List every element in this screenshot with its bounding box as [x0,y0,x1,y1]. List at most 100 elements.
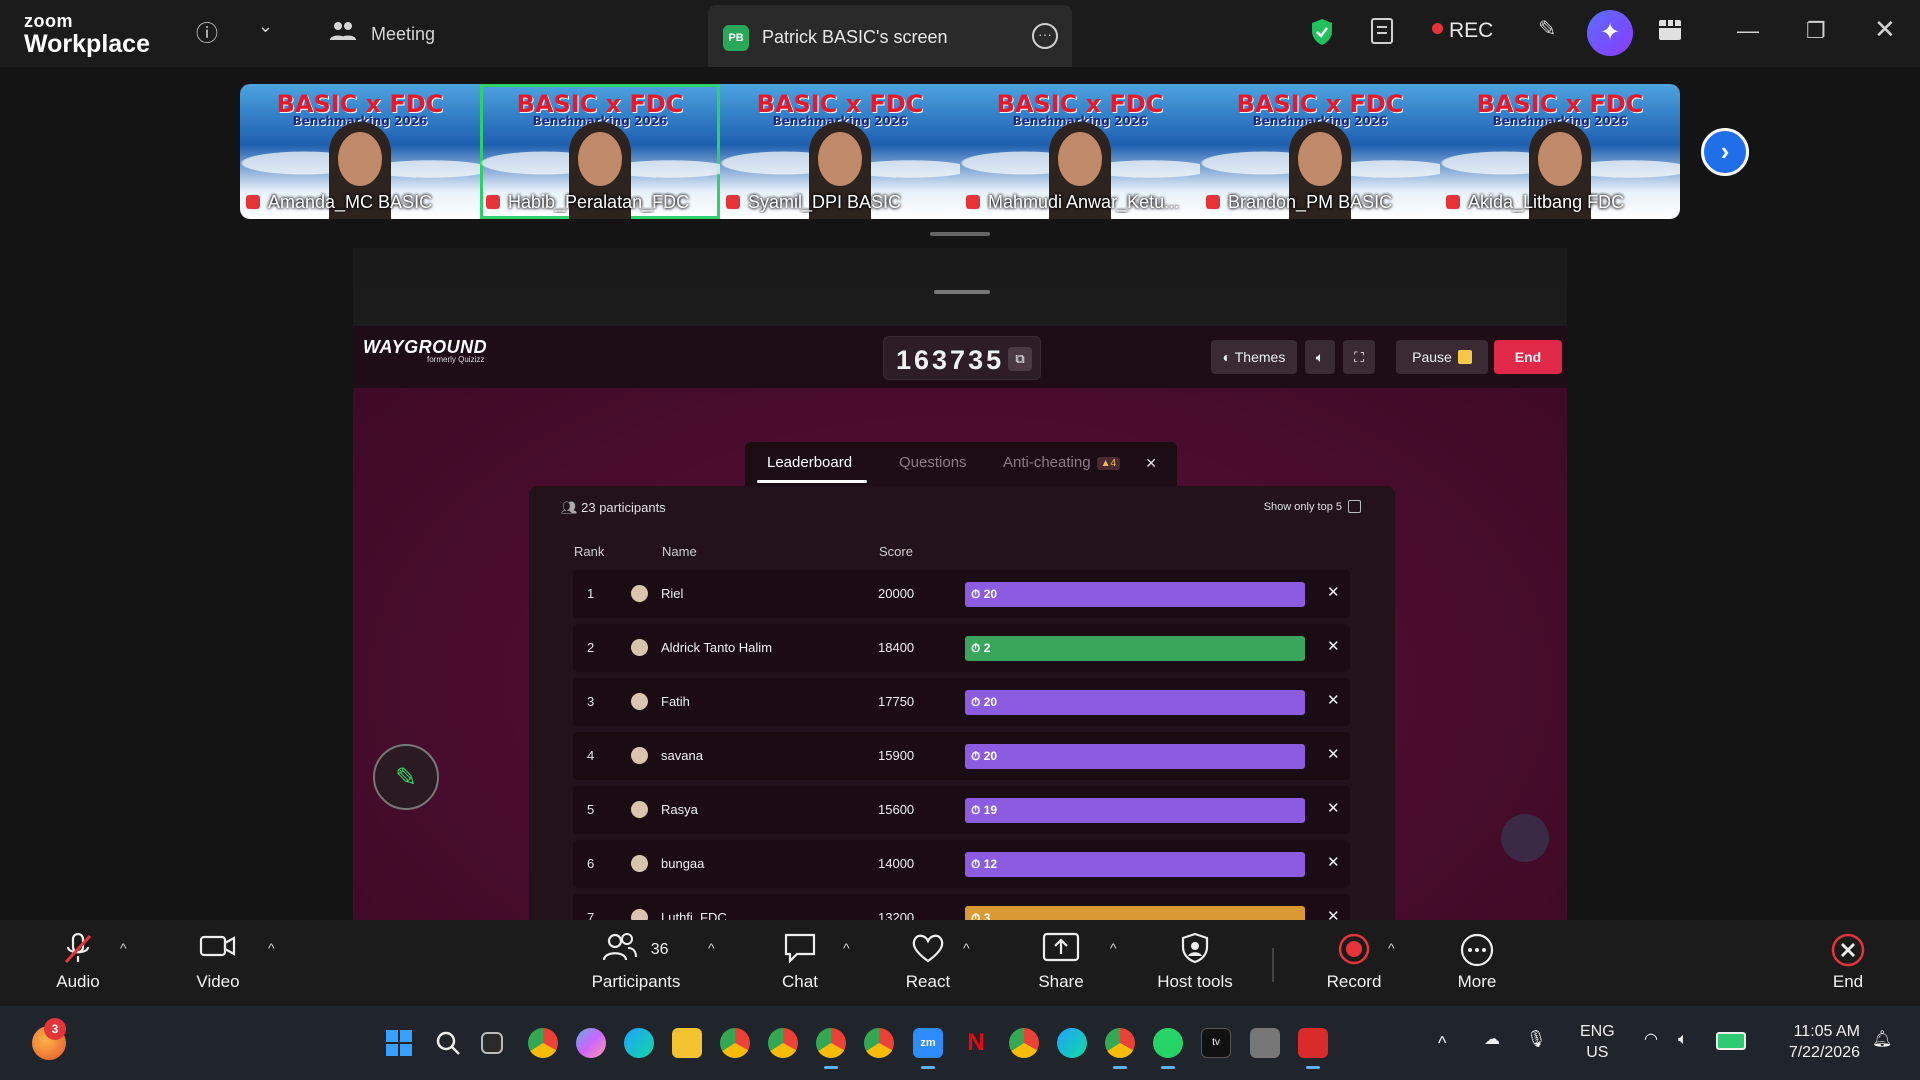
participants-options-caret-icon[interactable]: ^ [708,940,715,956]
windows-start-icon[interactable] [384,1028,414,1058]
chrome-icon[interactable] [720,1028,750,1058]
record-options-caret-icon[interactable]: ^ [1388,940,1395,956]
chrome-icon[interactable] [864,1028,894,1058]
tab-anti-cheating[interactable]: Anti-cheating ▲4 [1003,454,1121,471]
participant-tile[interactable]: BASIC x FDC Benchmarking 2026 Mahmudi Anwa… [960,84,1200,219]
participant-tile[interactable]: BASIC x FDC Benchmarking 2026 Akida_Litban… [1440,84,1680,219]
close-icon[interactable]: ✕ [1145,455,1157,472]
participant-tile[interactable]: BASIC x FDC Benchmarking 2026 Habib_Perala… [480,84,720,219]
info-icon[interactable]: ⓘ [196,16,218,48]
chrome-icon[interactable] [816,1028,846,1069]
chevron-down-icon[interactable]: ⌄ [258,16,273,37]
shield-icon[interactable] [1310,18,1334,52]
restore-icon[interactable]: ❐ [1806,18,1826,44]
next-page-arrow-icon[interactable]: › [1701,128,1749,176]
remove-player-icon[interactable]: ✕ [1327,583,1340,601]
audio-button[interactable]: Audio [50,932,106,992]
more-options-icon[interactable]: ··· [1032,23,1058,49]
minimize-icon[interactable]: — [1737,18,1759,44]
audio-options-caret-icon[interactable]: ^ [120,940,127,956]
ai-companion-sparkle-icon[interactable]: ✦ [1587,10,1633,56]
strip-drag-handle[interactable] [930,232,990,236]
remove-player-icon[interactable]: ✕ [1327,799,1340,817]
onedrive-icon[interactable]: ☁ [1484,1030,1500,1051]
meeting-label[interactable]: Meeting [371,24,435,45]
app-icon[interactable] [1250,1028,1280,1058]
apple-tv-icon[interactable]: tv [1201,1028,1231,1058]
whatsapp-icon[interactable] [1153,1028,1183,1069]
leaderboard-row[interactable]: 3 Fatih 17750 ⏱ 20 ✕ [573,678,1350,726]
chrome-icon[interactable] [768,1028,798,1058]
pencil-edit-icon[interactable]: ✎ [373,744,439,810]
remove-player-icon[interactable]: ✕ [1327,691,1340,709]
participant-tile[interactable]: BASIC x FDC Benchmarking 2026 Amanda_MC BA… [240,84,480,219]
copilot-icon[interactable] [576,1028,606,1058]
remove-player-icon[interactable]: ✕ [1327,745,1340,763]
battery-icon[interactable] [1716,1032,1746,1050]
leaderboard-row[interactable]: 5 Rasya 15600 ⏱ 19 ✕ [573,786,1350,834]
language-indicator[interactable]: ENG US [1580,1022,1615,1064]
search-icon[interactable] [433,1028,463,1058]
more-button[interactable]: More [1450,932,1504,992]
video-options-caret-icon[interactable]: ^ [268,940,275,956]
edge-icon[interactable] [624,1028,654,1058]
file-explorer-icon[interactable] [672,1028,702,1058]
chrome-icon[interactable] [1105,1028,1135,1069]
tray-chevron-up-icon[interactable]: ^ [1438,1032,1446,1055]
share-drag-handle[interactable] [934,290,990,294]
annotate-pen-icon[interactable]: ✎ [1538,16,1556,42]
task-view-icon[interactable] [481,1032,503,1054]
tab-questions[interactable]: Questions [899,454,967,471]
netflix-icon[interactable]: N [961,1028,991,1058]
chat-options-caret-icon[interactable]: ^ [843,940,850,956]
apps-grid-icon[interactable] [1658,18,1682,48]
notification-center-icon[interactable]: 🔔︎ [1872,1030,1892,1051]
wifi-icon[interactable]: ◠ [1644,1030,1658,1051]
audio-label: Audio [56,972,100,991]
share-options-caret-icon[interactable]: ^ [1110,940,1117,956]
tab-leaderboard[interactable]: Leaderboard [767,454,852,471]
react-options-caret-icon[interactable]: ^ [963,940,970,956]
remove-player-icon[interactable]: ✕ [1327,907,1340,920]
participants-button[interactable]: 36 Participants [584,932,688,992]
record-button[interactable]: Record [1324,932,1384,992]
share-button[interactable]: Share [1033,932,1089,992]
chat-button[interactable]: Chat [772,932,828,992]
themes-button[interactable]: ◐ Themes [1211,340,1297,374]
show-top5-toggle[interactable]: Show only top 5 [1264,500,1361,513]
pdf-reader-icon[interactable] [1298,1028,1328,1069]
volume-button[interactable]: 🔈︎ [1305,340,1335,374]
end-meeting-button[interactable]: End [1826,932,1870,992]
leaderboard-row[interactable]: 2 Aldrick Tanto Halim 18400 ⏱ 2 ✕ [573,624,1350,672]
leaderboard-row[interactable]: 7 Luthfi_FDC 13200 ⏱ 3 ✕ [573,894,1350,920]
leaderboard-row[interactable]: 4 savana 15900 ⏱ 20 ✕ [573,732,1350,780]
host-tools-button[interactable]: Host tools [1150,932,1240,992]
leaderboard-row[interactable]: 1 Riel 20000 ⏱ 20 ✕ [573,570,1350,618]
copy-icon[interactable]: ⧉ [1008,347,1032,371]
fullscreen-button[interactable]: ⛶ [1343,340,1375,374]
participant-tile[interactable]: BASIC x FDC Benchmarking 2026 Brandon_PM B… [1200,84,1440,219]
edge-icon[interactable] [1057,1028,1087,1058]
chrome-icon[interactable] [1009,1028,1039,1058]
clock[interactable]: 11:05 AM 7/22/2026 [1770,1022,1860,1064]
leaderboard-row[interactable]: 6 bungaa 14000 ⏱ 12 ✕ [573,840,1350,888]
mic-tray-icon[interactable]: 🎙︎ [1526,1030,1546,1051]
show-top5-checkbox[interactable] [1348,500,1361,513]
chrome-icon[interactable] [528,1028,558,1058]
remove-player-icon[interactable]: ✕ [1327,853,1340,871]
remove-player-icon[interactable]: ✕ [1327,637,1340,655]
notes-icon[interactable] [1370,17,1396,53]
zoom-app-icon[interactable]: zm [913,1028,943,1069]
progress-bar-label: ⏱ 2 [971,641,991,655]
end-label: End [1514,349,1542,365]
video-button[interactable]: Video [190,932,246,992]
pause-button[interactable]: Pause [1396,340,1488,374]
end-game-button[interactable]: End [1494,340,1562,374]
participant-tile[interactable]: BASIC x FDC Benchmarking 2026 Syamil_DPI B… [720,84,960,219]
shared-screen-tab[interactable]: PB Patrick BASIC's screen ··· [708,5,1072,67]
react-button[interactable]: React [900,932,956,992]
volume-icon[interactable]: 🔈︎ [1678,1030,1688,1051]
help-bubble-icon[interactable] [1501,814,1549,862]
close-icon[interactable]: ✕ [1874,14,1896,45]
recording-indicator[interactable]: REC [1432,19,1493,43]
